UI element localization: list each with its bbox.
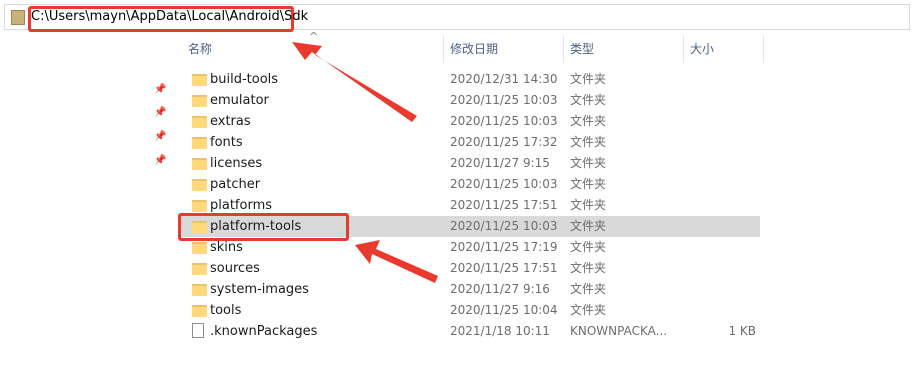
annotation-arrows xyxy=(292,42,438,283)
arrow-to-platform-tools xyxy=(355,240,438,283)
arrow-to-address xyxy=(292,42,417,122)
